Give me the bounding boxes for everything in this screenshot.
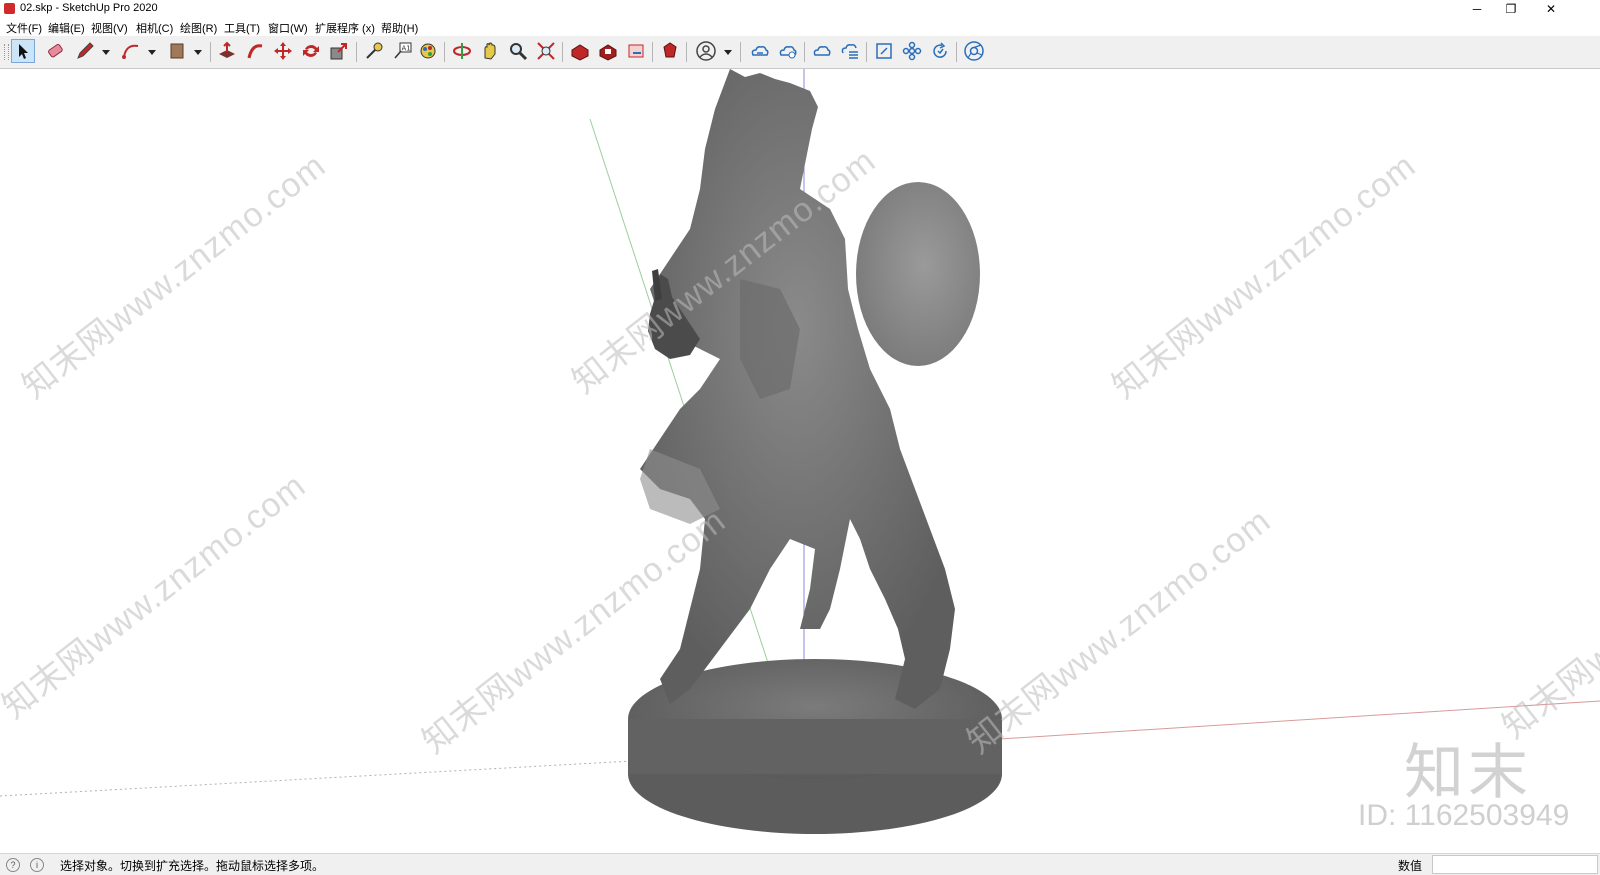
toolbar-separator: [956, 42, 957, 62]
arc-dropdown-chevron-icon[interactable]: [148, 50, 156, 55]
zoom-icon[interactable]: [507, 40, 529, 62]
watermark-brand: 知末: [1404, 738, 1532, 808]
measurements-label: 数值: [1398, 859, 1423, 873]
extension-warehouse-icon[interactable]: [597, 40, 619, 62]
push-pull-icon[interactable]: [216, 40, 238, 62]
toolbar-separator: [740, 42, 741, 62]
info-icon[interactable]: i: [30, 858, 44, 872]
paint-icon[interactable]: [417, 40, 439, 62]
toolbar-separator: [866, 42, 867, 62]
shape-dropdown-chevron-icon[interactable]: [194, 50, 202, 55]
toolbar-grip[interactable]: [4, 44, 9, 60]
window-title: 02.skp - SketchUp Pro 2020: [20, 2, 158, 14]
title-bar: 02.skp - SketchUp Pro 2020 ─ ❐ ✕: [0, 0, 1600, 18]
minimize-button[interactable]: ─: [1460, 0, 1494, 18]
measurements-input[interactable]: [1432, 855, 1598, 874]
scale-icon[interactable]: [328, 40, 350, 62]
menu-help[interactable]: 帮助(H): [381, 20, 418, 36]
model-viewport[interactable]: 知末网www.znzmo.com 知末网www.znzmo.com 知末网www…: [0, 69, 1600, 853]
toolbar-separator: [210, 42, 211, 62]
toolbar-separator: [804, 42, 805, 62]
close-button[interactable]: ✕: [1534, 0, 1568, 18]
zoom-extents-icon[interactable]: [535, 40, 557, 62]
tape-measure-icon[interactable]: [363, 40, 385, 62]
warehouse-icon[interactable]: [569, 40, 591, 62]
restore-button[interactable]: ❐: [1494, 0, 1528, 18]
watermark-id: ID: 1162503949: [1358, 799, 1570, 832]
select-icon[interactable]: [11, 39, 35, 63]
menu-file[interactable]: 文件(F): [6, 20, 42, 36]
toolbar-separator: [562, 42, 563, 62]
rotate-icon[interactable]: [300, 40, 322, 62]
follow-me-icon[interactable]: [244, 40, 266, 62]
layout-icon[interactable]: [625, 40, 647, 62]
move-icon[interactable]: [272, 40, 294, 62]
shield: [856, 182, 980, 366]
pencil-icon[interactable]: [74, 40, 96, 62]
sketchup-app-icon: [4, 3, 15, 14]
text-label-icon[interactable]: A1: [391, 40, 413, 62]
cloud-list-icon[interactable]: [839, 40, 861, 62]
user-account-icon[interactable]: [695, 40, 717, 62]
eraser-icon[interactable]: [44, 40, 66, 62]
geo-location-icon[interactable]: ?: [6, 858, 20, 872]
components-icon[interactable]: [901, 40, 923, 62]
pencil-dropdown-chevron-icon[interactable]: [102, 50, 110, 55]
menu-view[interactable]: 视图(V): [91, 20, 128, 36]
toolbar-separator: [652, 42, 653, 62]
orbit-icon[interactable]: [451, 40, 473, 62]
arc-icon[interactable]: [120, 40, 142, 62]
pan-icon[interactable]: [479, 40, 501, 62]
menu-edit[interactable]: 编辑(E): [48, 20, 85, 36]
ruby-icon[interactable]: [659, 40, 681, 62]
paint-bucket-icon[interactable]: [166, 40, 188, 62]
status-bar: ? i 选择对象。切换到扩充选择。拖动鼠标选择多项。 数值: [0, 853, 1600, 875]
menu-tools[interactable]: 工具(T): [224, 20, 260, 36]
refresh-icon[interactable]: [929, 40, 951, 62]
statue-body: [640, 69, 955, 709]
menu-draw[interactable]: 绘图(R): [180, 20, 217, 36]
toolbar-separator: [356, 42, 357, 62]
toolbar-separator: [686, 42, 687, 62]
menu-camera[interactable]: 相机(C): [136, 20, 173, 36]
menu-window[interactable]: 窗口(W): [268, 20, 308, 36]
green-axis-dotted-line: [0, 760, 633, 797]
chrome-icon[interactable]: [963, 40, 985, 62]
svg-text:A1: A1: [402, 45, 411, 53]
cloud-share-icon[interactable]: [777, 40, 799, 62]
status-message: 选择对象。切换到扩充选择。拖动鼠标选择多项。: [60, 859, 325, 873]
menu-extensions[interactable]: 扩展程序 (x): [315, 20, 375, 36]
main-toolbar: A1: [0, 36, 1600, 69]
toolbar-separator: [444, 42, 445, 62]
menu-bar: 文件(F) 编辑(E) 视图(V) 相机(C) 绘图(R) 工具(T) 窗口(W…: [0, 18, 1600, 36]
cloud-sync-icon[interactable]: [749, 40, 771, 62]
account-dropdown-chevron-icon[interactable]: [724, 50, 732, 55]
cloud-upload-icon[interactable]: [811, 40, 833, 62]
section-icon[interactable]: [873, 40, 895, 62]
